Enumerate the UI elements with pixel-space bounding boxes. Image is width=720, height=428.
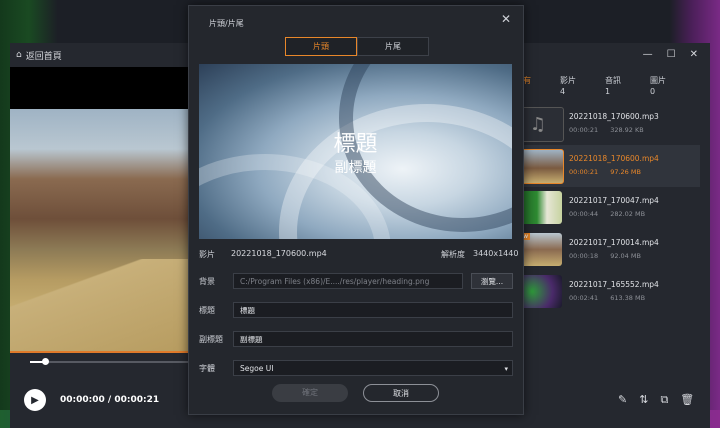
dialog-title: 片頭/片尾: [209, 19, 244, 28]
dropdown-arrow-icon: ▾: [504, 365, 508, 373]
font-select[interactable]: Segoe UI ▾: [233, 360, 513, 376]
dialog-close-icon[interactable]: ✕: [501, 12, 511, 26]
video-hill: [10, 259, 188, 351]
sort-icon[interactable]: ⇅: [639, 393, 648, 407]
list-item[interactable]: New 20221017_170014.mp400:00:1892.04 MB: [512, 229, 700, 271]
background-path-field: C:/Program Files (x86)/E..../res/player/…: [233, 273, 463, 289]
music-note-icon: ♫: [529, 114, 547, 135]
video-bar: [10, 351, 188, 353]
seek-handle[interactable]: [42, 358, 49, 365]
background-label: 背景: [199, 277, 215, 286]
list-item[interactable]: 20221017_165552.mp4 00:02:41 613.38 MB: [512, 271, 700, 313]
subtitle-label: 副標題: [199, 335, 223, 344]
video-canvas[interactable]: [10, 67, 188, 353]
home-button[interactable]: ⌂ 返回首頁: [16, 49, 62, 62]
close-icon[interactable]: ✕: [690, 49, 698, 60]
play-button[interactable]: ▶: [24, 389, 46, 411]
title-label: 標題: [199, 306, 215, 315]
intro-outro-tabs: 片頭 片尾: [285, 37, 429, 56]
video-label: 影片: [199, 250, 215, 259]
list-toolbar: ✎ ⇅ ⧉ 🗑: [618, 393, 694, 407]
confirm-button[interactable]: 確定: [272, 384, 348, 402]
cancel-button[interactable]: 取消: [363, 384, 439, 402]
title-preview: 標題 副標題: [199, 64, 512, 239]
time-readout: 00:00:00 / 00:00:21: [60, 395, 160, 405]
video-value: 20221018_170600.mp4: [231, 249, 327, 258]
trash-icon[interactable]: 🗑: [680, 393, 694, 407]
tab-video[interactable]: 影片 4: [560, 75, 605, 97]
browse-button[interactable]: 瀏覽...: [471, 273, 513, 289]
list-item[interactable]: ♫ 20221018_170600.mp3 00:00:21 328.92 KB: [512, 103, 700, 145]
preview-title: 標題: [333, 132, 378, 157]
edit-icon[interactable]: ✎: [618, 393, 627, 407]
resolution-label: 解析度: [441, 250, 465, 259]
tab-intro[interactable]: 片頭: [285, 37, 357, 56]
subtitle-input[interactable]: 副標題: [233, 331, 513, 347]
intro-outro-dialog: 片頭/片尾 ✕ 片頭 片尾 標題 副標題 影片 20221018_170600.…: [188, 5, 524, 415]
title-input[interactable]: 標題: [233, 302, 513, 318]
tab-audio[interactable]: 音訊 1: [605, 75, 650, 97]
list-item[interactable]: 20221017_170047.mp4 00:00:44 282.02 MB: [512, 187, 700, 229]
export-icon[interactable]: ⧉: [660, 393, 668, 407]
maximize-icon[interactable]: ☐: [667, 49, 676, 60]
font-label: 字體: [199, 364, 215, 373]
seek-bar[interactable]: [30, 358, 188, 365]
home-label: 返回首頁: [25, 51, 62, 62]
preview-subtitle: 副標題: [334, 160, 377, 176]
font-select-value: Segoe UI: [240, 364, 274, 373]
resolution-value: 3440x1440: [473, 249, 519, 258]
tab-outro[interactable]: 片尾: [357, 37, 429, 56]
tab-image[interactable]: 圖片 0: [650, 75, 695, 97]
play-icon: ▶: [31, 394, 39, 406]
home-icon: ⌂: [16, 50, 22, 60]
library-tabs: 所有5 影片4 音訊1 圖片0: [515, 75, 695, 97]
minimize-icon[interactable]: —: [643, 49, 653, 60]
media-list: ♫ 20221018_170600.mp3 00:00:21 328.92 KB 2…: [512, 103, 700, 313]
list-item[interactable]: 20221018_170600.mp4 00:00:21 97.26 MB: [512, 145, 700, 187]
